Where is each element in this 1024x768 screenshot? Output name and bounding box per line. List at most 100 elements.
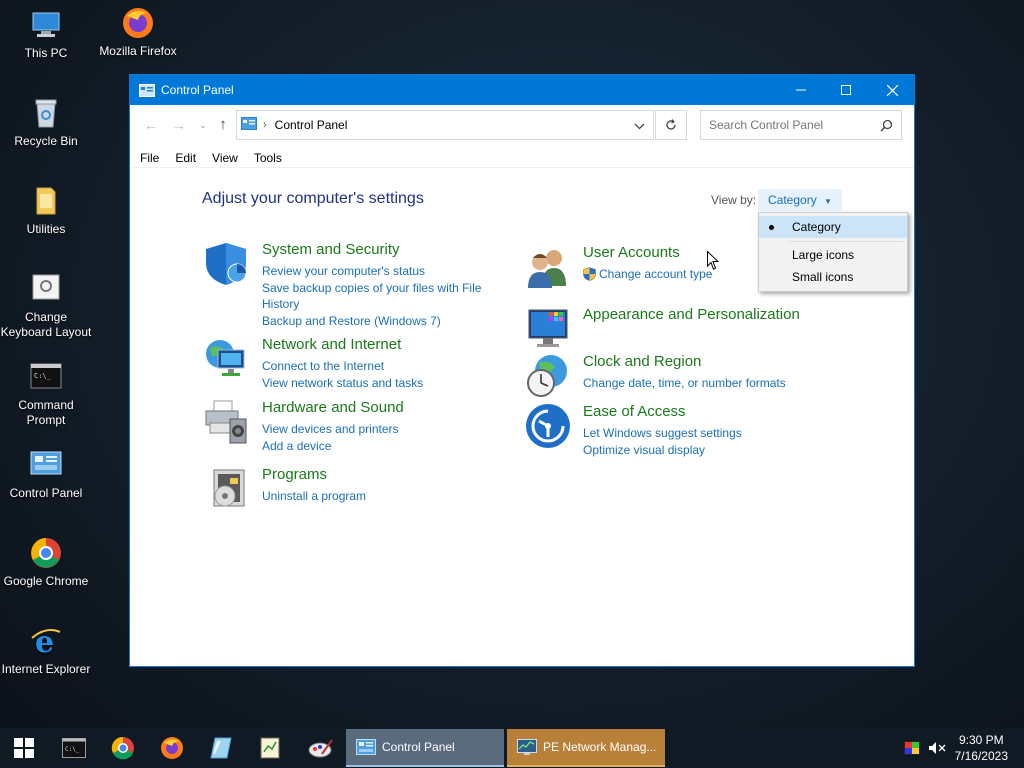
category-link[interactable]: Uninstall a program xyxy=(262,488,502,504)
up-arrow-icon[interactable]: ↑ xyxy=(214,116,232,134)
minimize-button[interactable] xyxy=(778,75,824,105)
forward-arrow-icon[interactable]: → xyxy=(170,116,188,134)
address-dropdown-chevron-icon[interactable] xyxy=(634,119,645,133)
paint-brush-icon xyxy=(308,739,333,758)
category-link[interactable]: Let Windows suggest settings xyxy=(583,425,823,441)
desktop-icon-control-panel[interactable]: Control Panel xyxy=(0,448,92,501)
menu-tools[interactable]: Tools xyxy=(254,151,282,165)
chrome-icon xyxy=(111,736,134,760)
menu-separator xyxy=(130,167,914,168)
category-link[interactable]: Backup and Restore (Windows 7) xyxy=(262,313,502,329)
desktop-icon-recycle-bin[interactable]: Recycle Bin xyxy=(0,96,92,149)
desktop-icon-firefox[interactable]: Mozilla Firefox xyxy=(92,6,184,59)
shield-icon xyxy=(204,241,250,287)
back-arrow-icon[interactable]: ← xyxy=(142,116,160,134)
taskbar-utility-app[interactable] xyxy=(206,733,236,763)
start-button[interactable] xyxy=(9,733,39,763)
clock-time: 9:30 PM xyxy=(958,733,1004,747)
view-by-option-large-icons[interactable]: Large icons xyxy=(759,244,907,266)
taskbar-chrome[interactable] xyxy=(108,733,138,763)
recycle-bin-icon xyxy=(29,96,63,130)
firefox-icon xyxy=(161,737,183,759)
category-link[interactable]: View devices and printers xyxy=(262,421,502,437)
view-by-dropdown[interactable]: Category ▼ xyxy=(758,189,842,211)
close-button[interactable] xyxy=(869,75,915,105)
taskbar-firefox[interactable] xyxy=(157,733,187,763)
taskbar-paint-app[interactable] xyxy=(306,733,336,763)
desktop-icon-utilities[interactable]: Utilities xyxy=(0,184,92,237)
refresh-button[interactable] xyxy=(655,110,687,140)
category-title[interactable]: Hardware and Sound xyxy=(262,399,404,416)
breadcrumb-separator-icon: › xyxy=(263,119,267,131)
navigation-bar: ← → ⌄ ↑ › Control Panel Search Control P… xyxy=(130,110,914,140)
control-panel-icon xyxy=(139,83,155,97)
minimize-icon xyxy=(796,89,806,91)
desktop-icon-label: This PC xyxy=(24,46,68,60)
recent-locations-chevron-icon[interactable]: ⌄ xyxy=(194,116,212,134)
volume-muted-icon xyxy=(929,742,946,754)
window-title: Control Panel xyxy=(161,83,234,97)
desktop-icon-keyboard-layout[interactable]: Change Keyboard Layout xyxy=(0,272,92,340)
task-label: Control Panel xyxy=(382,740,455,754)
category-link[interactable]: Optimize visual display xyxy=(583,442,823,458)
command-prompt-icon: C:\_ xyxy=(29,360,63,394)
menu-bar: File Edit View Tools xyxy=(140,151,298,165)
desktop-icon-label: Mozilla Firefox xyxy=(99,44,177,58)
taskbar-notepad-app[interactable] xyxy=(255,733,285,763)
category-title[interactable]: User Accounts xyxy=(583,244,680,261)
category-link[interactable]: Review your computer's status xyxy=(262,263,502,279)
category-title[interactable]: System and Security xyxy=(262,241,400,258)
taskbar-task-control-panel[interactable]: Control Panel xyxy=(346,729,504,767)
category-title[interactable]: Appearance and Personalization xyxy=(583,306,800,323)
selected-bullet-icon xyxy=(769,225,774,230)
control-panel-icon xyxy=(356,739,376,755)
chrome-icon xyxy=(29,536,63,570)
menu-file[interactable]: File xyxy=(140,151,159,165)
taskbar-command-prompt[interactable]: C:\_ xyxy=(59,733,89,763)
category-link[interactable]: Connect to the Internet xyxy=(262,358,502,374)
svg-text:C:\_: C:\_ xyxy=(34,372,52,380)
category-link[interactable]: Add a device xyxy=(262,438,502,454)
menu-view[interactable]: View xyxy=(212,151,238,165)
desktop-icon-label: Utilities xyxy=(26,222,66,236)
tray-volume[interactable] xyxy=(924,733,950,763)
close-icon xyxy=(886,84,898,96)
network-globe-icon xyxy=(204,336,250,382)
menu-edit[interactable]: Edit xyxy=(175,151,196,165)
view-by-option-small-icons[interactable]: Small icons xyxy=(759,266,907,288)
desktop-icon-this-pc[interactable]: This PC xyxy=(0,8,92,61)
title-bar[interactable]: Control Panel xyxy=(130,75,914,105)
command-prompt-icon: C:\_ xyxy=(62,738,86,758)
view-by-label: View by: xyxy=(711,193,757,207)
notepad-chart-icon xyxy=(260,737,280,759)
desktop-icon-label: Internet Explorer xyxy=(1,662,91,676)
maximize-button[interactable] xyxy=(823,75,869,105)
desktop-icon-chrome[interactable]: Google Chrome xyxy=(0,536,92,589)
folder-icon xyxy=(29,184,63,218)
category-title[interactable]: Programs xyxy=(262,466,327,483)
maximize-icon xyxy=(841,85,851,95)
search-icon[interactable] xyxy=(880,119,893,135)
desktop-icon-label: Change Keyboard Layout xyxy=(0,310,92,339)
breadcrumb[interactable]: Control Panel xyxy=(275,118,348,132)
category-link[interactable]: View network status and tasks xyxy=(262,375,502,391)
category-link[interactable]: Save backup copies of your files with Fi… xyxy=(262,280,502,312)
desktop-icon-label: Control Panel xyxy=(9,486,83,500)
desktop-icon-label: Recycle Bin xyxy=(14,134,78,148)
clock-globe-icon xyxy=(525,353,571,399)
category-title[interactable]: Network and Internet xyxy=(262,336,401,353)
category-link[interactable]: Change date, time, or number formats xyxy=(583,375,823,391)
desktop-icon-command-prompt[interactable]: C:\_ Command Prompt xyxy=(0,360,92,428)
this-pc-icon xyxy=(29,8,63,42)
dropdown-arrow-icon: ▼ xyxy=(824,197,832,206)
address-bar[interactable]: › Control Panel xyxy=(236,110,654,140)
category-title[interactable]: Ease of Access xyxy=(583,403,686,420)
search-input[interactable]: Search Control Panel xyxy=(700,110,902,140)
tray-color-app[interactable] xyxy=(898,733,926,763)
system-clock[interactable]: 9:30 PM 7/16/2023 xyxy=(955,732,1008,764)
view-by-option-category[interactable]: Category xyxy=(759,216,907,238)
taskbar-task-pe-network-manager[interactable]: PE Network Manag... xyxy=(507,729,665,767)
keyboard-layout-icon xyxy=(29,272,63,306)
desktop-icon-internet-explorer[interactable]: e Internet Explorer xyxy=(0,624,92,677)
category-title[interactable]: Clock and Region xyxy=(583,353,701,370)
